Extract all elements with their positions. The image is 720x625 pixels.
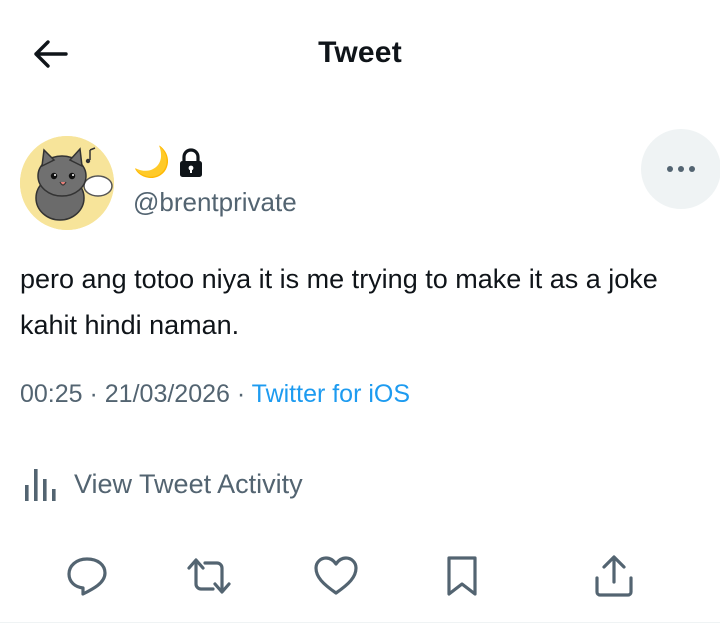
display-name[interactable]: 🌙 [133,146,170,180]
lock-icon [180,148,203,177]
retweet-button[interactable] [185,552,233,600]
meta-separator: · [82,380,105,408]
author-name-row: 🌙 [133,146,204,180]
meta-separator: · [229,380,252,408]
heart-icon [314,556,358,595]
like-button[interactable] [312,552,360,600]
view-tweet-activity[interactable]: View Tweet Activity [22,463,303,505]
bookmark-icon [447,556,477,596]
tweet-source-link[interactable]: Twitter for iOS [252,380,410,408]
reply-icon [67,557,107,596]
bookmark-button[interactable] [438,552,486,600]
reply-button[interactable] [63,552,111,600]
tweet-text: pero ang totoo niya it is me trying to m… [20,264,658,340]
divider [0,622,720,623]
more-options-button[interactable] [641,129,720,209]
tweet-time: 00:25 [20,380,83,408]
share-button[interactable] [590,552,638,600]
bar-chart-icon [25,469,56,501]
activity-label: View Tweet Activity [74,468,303,499]
tweet-meta: 00:25 · 21/03/2026 · Twitter for iOS [20,380,410,409]
avatar[interactable] [20,136,114,230]
cat-avatar [20,136,114,230]
more-horizontal-icon [667,166,695,172]
tweet-detail-screen: Tweet 🌙 @brentprivate pero ang totoo niy… [0,0,720,625]
tweet-date: 21/03/2026 [104,380,230,408]
page-title: Tweet [318,36,402,69]
retweet-icon [187,558,231,594]
author-handle[interactable]: @brentprivate [133,187,297,218]
share-icon [595,555,633,597]
